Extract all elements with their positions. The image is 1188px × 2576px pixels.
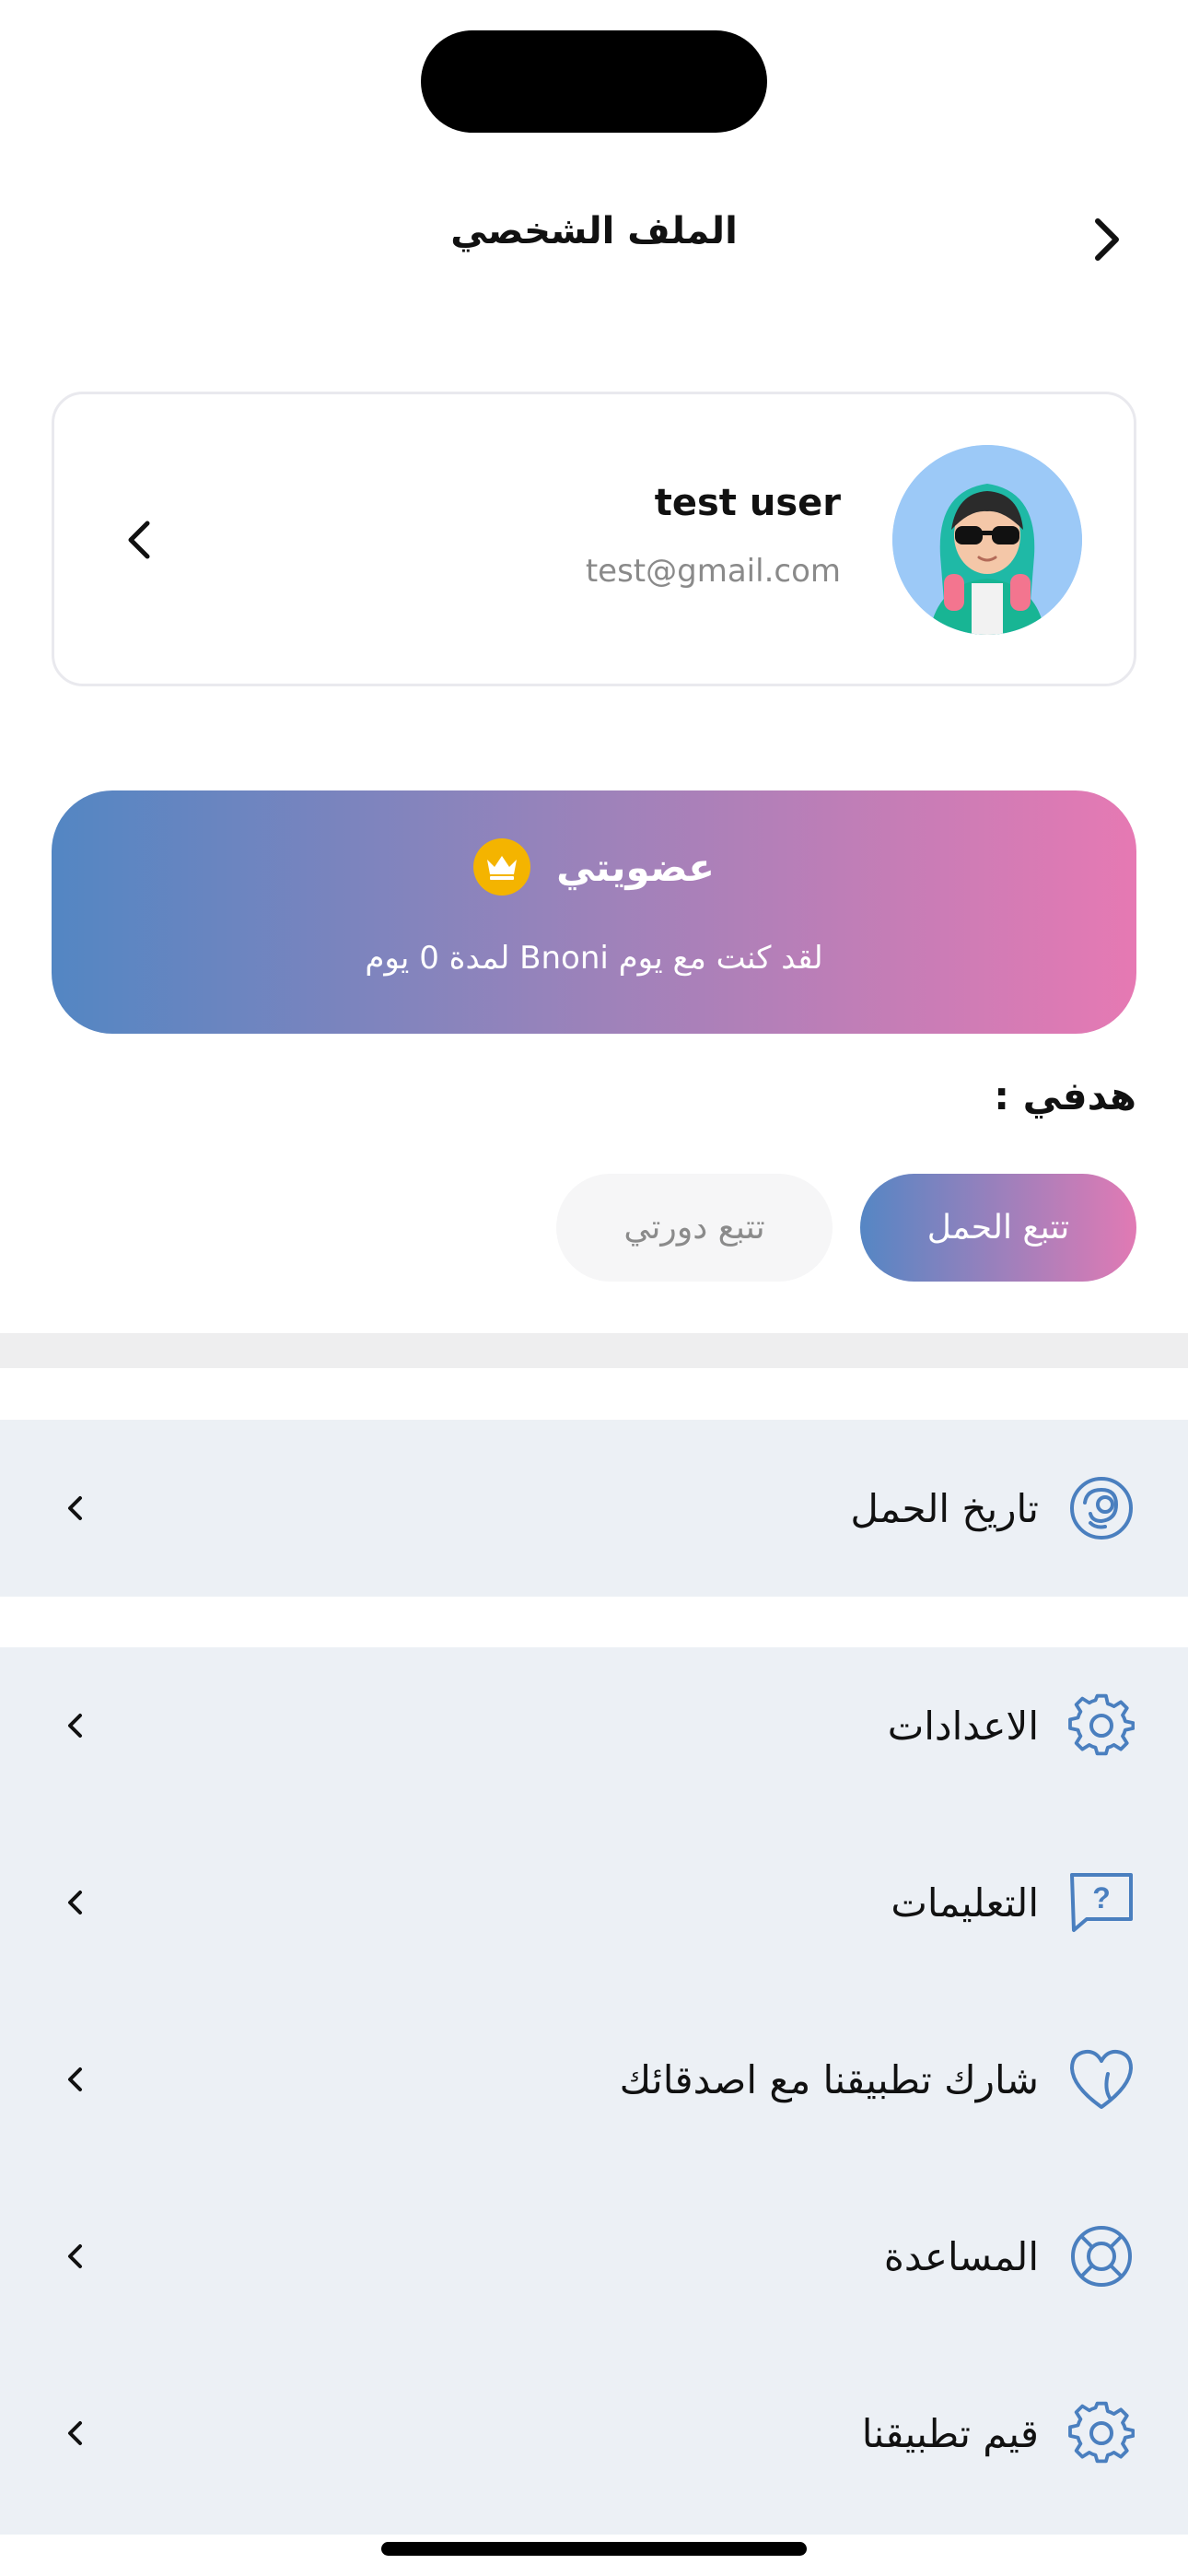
chevron-left-icon: [61, 2415, 88, 2452]
menu-item-pregnancy-date[interactable]: تاريخ الحمل: [0, 1458, 1188, 1559]
gear-icon: [1066, 1691, 1136, 1761]
chevron-left-icon: [113, 514, 165, 566]
avatar: [892, 445, 1082, 635]
back-button[interactable]: [1081, 214, 1133, 265]
home-indicator[interactable]: [381, 2542, 807, 2556]
menu-section-pregnancy: تاريخ الحمل: [0, 1420, 1188, 1597]
baby-icon: [1066, 1473, 1136, 1543]
chevron-left-icon: [61, 2238, 88, 2275]
chevron-left-icon: [61, 1884, 88, 1921]
menu-item-rate[interactable]: قيم تطبيقنا: [0, 2383, 1188, 2484]
lifebuoy-icon: [1066, 2221, 1136, 2291]
menu-label: قيم تطبيقنا: [861, 2410, 1039, 2456]
section-divider: [0, 1333, 1188, 1368]
menu-item-settings[interactable]: الاعدادات: [0, 1675, 1188, 1776]
membership-title: عضويتي: [556, 844, 715, 890]
goal-option-pregnancy[interactable]: تتبع الحمل: [860, 1174, 1136, 1282]
gear-icon: [1066, 2398, 1136, 2468]
menu-item-share[interactable]: شارك تطبيقنا مع اصدقائك: [0, 2029, 1188, 2130]
chevron-right-icon: [1095, 218, 1119, 261]
membership-subtitle: لقد كنت مع يوم Bnoni لمدة 0 يوم: [365, 940, 823, 977]
page-title: الملف الشخصي: [450, 210, 738, 252]
menu-item-faq[interactable]: ? التعليمات: [0, 1852, 1188, 1953]
membership-banner[interactable]: عضويتي لقد كنت مع يوم Bnoni لمدة 0 يوم: [52, 790, 1136, 1034]
question-bubble-icon: ?: [1066, 1868, 1136, 1938]
chevron-left-icon: [61, 2061, 88, 2098]
user-name: test user: [654, 482, 841, 524]
menu-label: التعليمات: [891, 1879, 1039, 1926]
chevron-left-icon: [61, 1707, 88, 1744]
profile-card[interactable]: test user test@gmail.com: [52, 392, 1136, 686]
chevron-left-icon: [61, 1490, 88, 1527]
dynamic-island: [421, 30, 767, 133]
menu-label: تاريخ الحمل: [850, 1485, 1039, 1531]
svg-text:?: ?: [1092, 1881, 1111, 1914]
heart-icon: [1066, 2044, 1136, 2114]
crown-icon: [473, 838, 531, 896]
menu-item-help[interactable]: المساعدة: [0, 2206, 1188, 2307]
menu-label: شارك تطبيقنا مع اصدقائك: [619, 2056, 1039, 2102]
menu-section-general: الاعدادات ? التعليمات شارك تطبيقنا مع اص…: [0, 1647, 1188, 2535]
membership-title-row: عضويتي: [52, 838, 1136, 896]
goal-option-period[interactable]: تتبع دورتي: [556, 1174, 833, 1282]
user-email: test@gmail.com: [585, 553, 841, 590]
goal-label: هدفي :: [994, 1073, 1136, 1118]
menu-label: الاعدادات: [887, 1703, 1039, 1749]
menu-label: المساعدة: [883, 2233, 1039, 2279]
header: الملف الشخصي: [0, 184, 1188, 295]
